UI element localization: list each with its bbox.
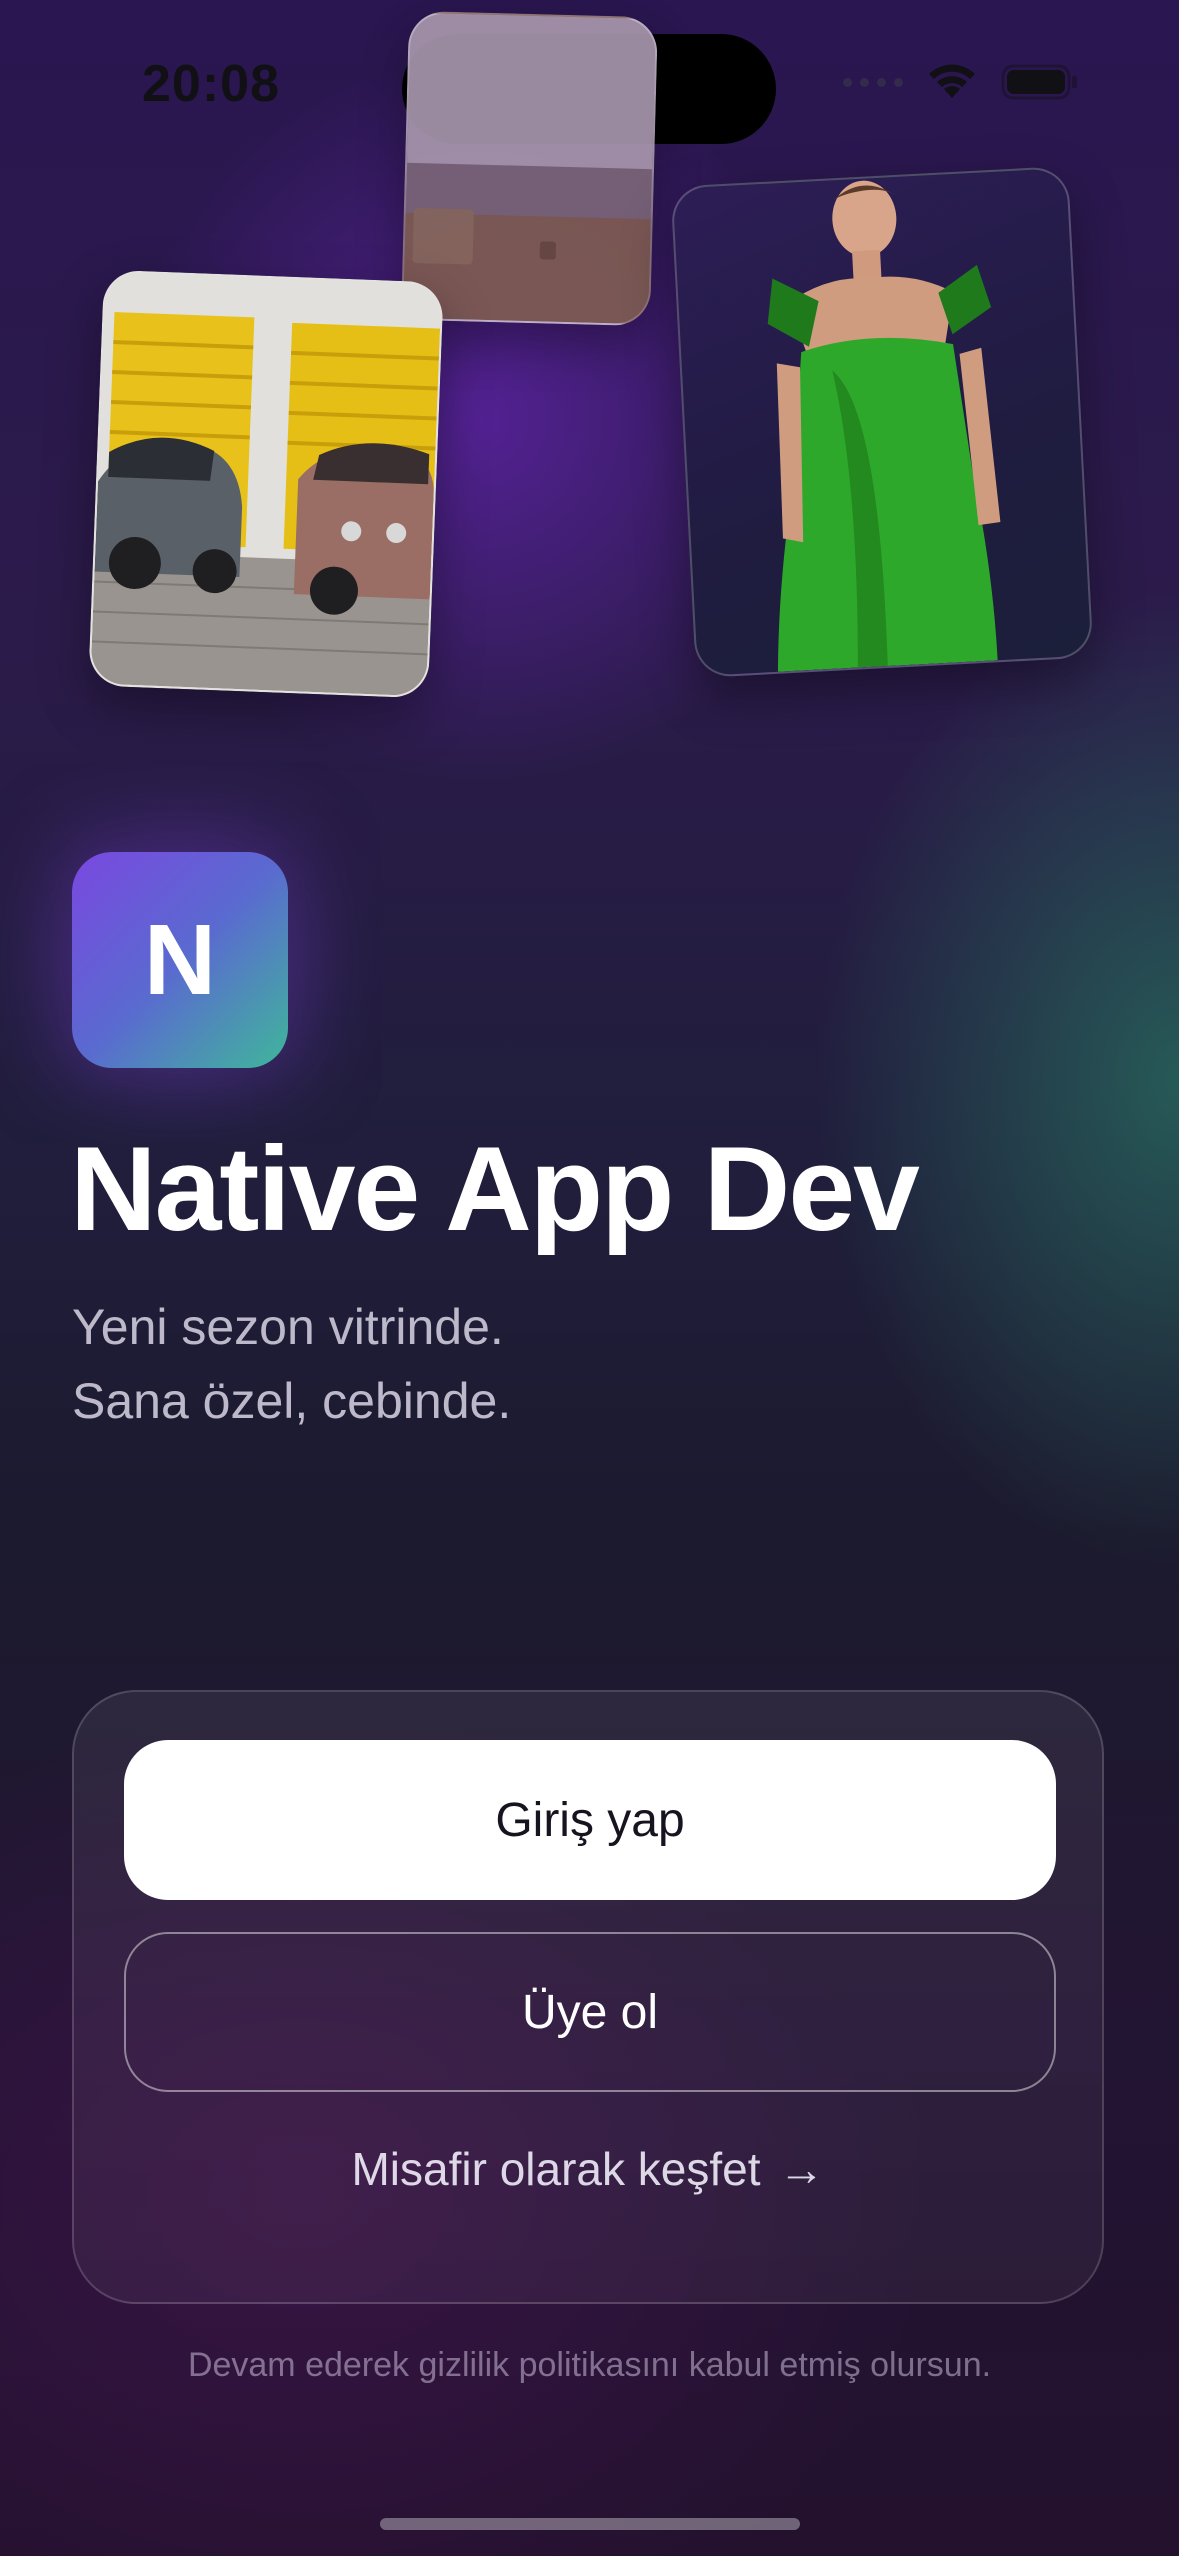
arrow-right-icon: → [778,2143,825,2195]
battery-icon [1001,63,1079,101]
tagline-line-1: Yeni sezon vitrinde. [72,1299,504,1355]
photo-green-dress [670,165,1094,679]
guest-explore-label: Misafir olarak keşfet [351,2143,761,2195]
signal-icon [843,77,903,87]
privacy-notice: Devam ederek gizlilik politikasını kabul… [187,2346,992,2384]
login-button[interactable]: Giriş yap [124,1740,1056,1900]
tagline: Yeni sezon vitrinde. Sana özel, cebinde. [72,1290,511,1438]
signup-button[interactable]: Üye ol [124,1932,1056,2092]
app-logo: N [72,852,288,1068]
photo-vintage-cars [88,269,444,699]
status-icons [843,62,1079,102]
app-title: Native App Dev [70,1122,920,1256]
photo-landscape [400,10,659,327]
status-time: 20:08 [142,55,280,113]
auth-card: Giriş yap Üye ol Misafir olarak keşfet → [72,1690,1104,2304]
wifi-icon [925,62,979,102]
home-indicator[interactable] [380,2518,800,2530]
logo-letter: N [143,903,217,1016]
tagline-line-2: Sana özel, cebinde. [72,1373,512,1429]
guest-explore-link[interactable]: Misafir olarak keşfet → [74,2142,1102,2196]
